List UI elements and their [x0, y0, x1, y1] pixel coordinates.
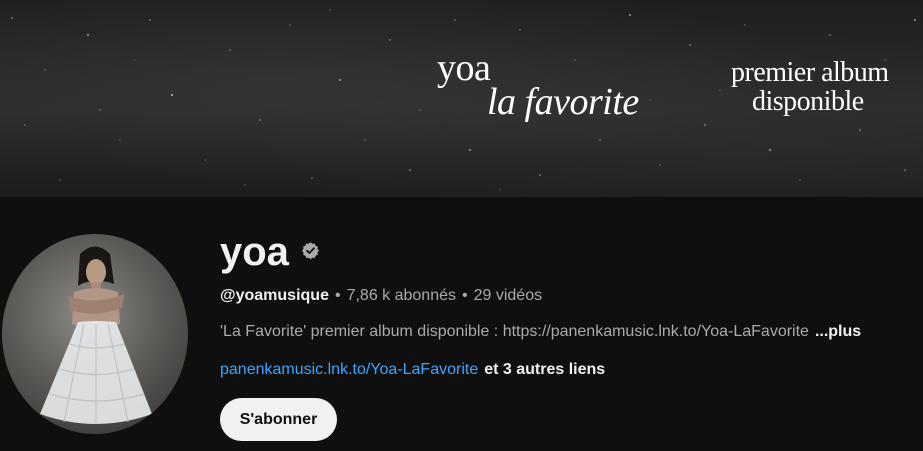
- avatar-portrait: [40, 246, 152, 424]
- channel-avatar[interactable]: [2, 234, 188, 434]
- video-count: 29 vidéos: [473, 287, 543, 304]
- banner-tagline-line2: disponible: [752, 86, 864, 117]
- channel-name: yoa: [220, 230, 289, 274]
- subscriber-count: 7,86 k abonnés: [346, 287, 456, 304]
- channel-links: panenkamusic.lnk.to/Yoa-LaFavorite et 3 …: [220, 359, 605, 381]
- channel-meta: @yoamusique • 7,86 k abonnés • 29 vidéos: [220, 285, 542, 307]
- channel-page: yoa la favorite premier album disponible: [0, 0, 923, 451]
- subscribe-button[interactable]: S'abonner: [220, 398, 337, 441]
- channel-banner[interactable]: yoa la favorite premier album disponible: [0, 0, 923, 197]
- channel-link[interactable]: panenkamusic.lnk.to/Yoa-LaFavorite: [220, 361, 478, 379]
- verified-badge-icon: [301, 242, 320, 260]
- channel-handle: @yoamusique: [220, 287, 329, 304]
- other-links-button[interactable]: et 3 autres liens: [484, 361, 605, 379]
- meta-separator: •: [334, 287, 341, 304]
- channel-description[interactable]: 'La Favorite' premier album disponible :…: [220, 321, 861, 343]
- banner-tagline-line1: premier album: [731, 57, 889, 88]
- banner-artist-text: yoa: [437, 47, 491, 89]
- description-text: 'La Favorite' premier album disponible :…: [220, 323, 809, 340]
- more-button[interactable]: ...plus: [815, 323, 861, 341]
- meta-separator: •: [462, 287, 468, 304]
- banner-album-text: la favorite: [487, 81, 639, 123]
